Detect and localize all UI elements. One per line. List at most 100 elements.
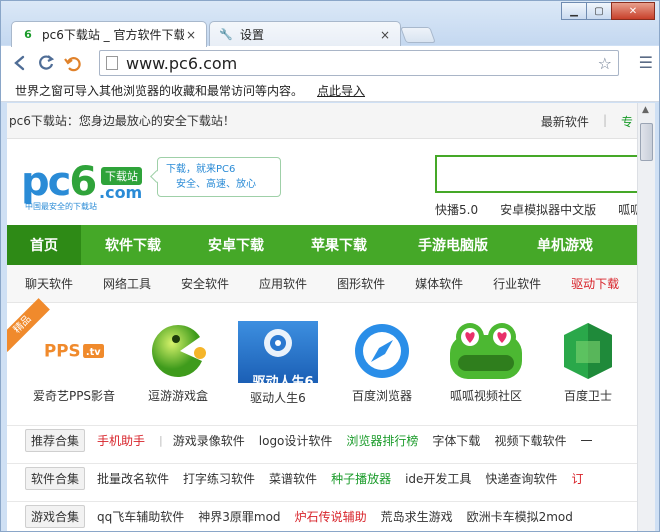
app-name: 驱动人生6 — [250, 391, 306, 405]
tag-row-games: 游戏合集 qq飞车辅助软件 神界3原罪mod 炉石传说辅助 荒岛求生游戏 欧洲卡… — [7, 501, 637, 531]
app-baidu-guard[interactable]: 百度卫士 — [543, 321, 633, 404]
subnav-security[interactable]: 安全软件 — [181, 275, 229, 292]
tag-link[interactable]: ide开发工具 — [405, 470, 471, 487]
app-name: 百度浏览器 — [351, 389, 412, 403]
wrench-icon: 🔧 — [219, 28, 233, 41]
tag-link[interactable]: 一 — [580, 432, 592, 449]
hot-word[interactable]: 快播5.0 — [435, 201, 478, 218]
sub-nav: 聊天软件 网络工具 安全软件 应用软件 图形软件 媒体软件 行业软件 驱动下载 — [7, 265, 637, 303]
tab-title: pc6下载站 _ 官方软件下载 — [42, 28, 184, 42]
subnav-chat[interactable]: 聊天软件 — [25, 275, 73, 292]
hot-word[interactable]: 安卓模拟器中文版 — [500, 201, 596, 218]
subnav-industry[interactable]: 行业软件 — [493, 275, 541, 292]
subnav-apps[interactable]: 应用软件 — [259, 275, 307, 292]
tag-link[interactable]: logo设计软件 — [259, 432, 333, 449]
hot-word[interactable]: 呱呱 — [618, 201, 637, 218]
logo-wordmark: pc6 — [21, 159, 97, 205]
maximize-button[interactable]: ▢ — [586, 2, 612, 20]
tag-category[interactable]: 软件合集 — [25, 467, 86, 490]
tag-link[interactable]: 打字练习软件 — [183, 470, 255, 487]
tag-link[interactable]: qq飞车辅助软件 — [97, 508, 184, 525]
tag-link[interactable]: 快递查询软件 — [485, 470, 557, 487]
tag-link[interactable]: 字体下载 — [432, 432, 480, 449]
slogan-line-2: 安全、高速、放心 — [176, 179, 256, 190]
site-top-strip: pc6下载站：您身边最放心的安全下载站！ 最新软件 | 专 — [7, 103, 637, 139]
logo-subtitle: 中国最安全的下载站 — [25, 202, 97, 211]
back-arrow-icon — [14, 55, 25, 71]
vertical-scrollbar[interactable]: ▲ — [637, 103, 655, 531]
subnav-media[interactable]: 媒体软件 — [415, 275, 463, 292]
tag-link[interactable]: 游戏录像软件 — [173, 432, 245, 449]
tag-link[interactable]: 炉石传说辅助 — [295, 508, 367, 525]
star-icon[interactable]: ☆ — [598, 54, 612, 73]
tab-pc6[interactable]: 6 pc6下载站 _ 官方软件下载 × — [11, 21, 207, 47]
subnav-network[interactable]: 网络工具 — [103, 275, 151, 292]
tag-category[interactable]: 推荐合集 — [25, 429, 86, 452]
app-name: 爱奇艺PPS影音 — [32, 389, 116, 403]
close-tab-icon[interactable]: × — [184, 28, 198, 42]
url-input[interactable] — [126, 53, 586, 73]
tag-link[interactable]: 批量改名软件 — [97, 470, 169, 487]
nav-software[interactable]: 软件下载 — [81, 225, 185, 265]
app-douyou[interactable]: 逗游游戏盒 — [133, 321, 223, 404]
scroll-thumb[interactable] — [640, 123, 653, 161]
nav-home[interactable]: 首页 — [7, 225, 81, 265]
tag-link[interactable]: 种子播放器 — [331, 470, 391, 487]
logo-dotcom: .com — [99, 183, 143, 202]
app-name: 呱呱视频社区 — [449, 389, 522, 403]
nav-android[interactable]: 安卓下载 — [185, 225, 287, 265]
page-icon — [106, 56, 118, 70]
top-link-cut[interactable]: 专 — [621, 113, 633, 130]
tag-link[interactable]: 欧洲卡车模拟2mod — [467, 508, 573, 525]
nav-apple[interactable]: 苹果下载 — [287, 225, 391, 265]
app-guagua[interactable]: 呱呱视频社区 — [441, 321, 531, 404]
scroll-up-arrow-icon[interactable]: ▲ — [642, 105, 649, 115]
tag-row-software: 软件合集 批量改名软件 打字练习软件 菜谱软件 种子播放器 ide开发工具 快递… — [7, 463, 637, 493]
tag-link[interactable]: 视频下载软件 — [494, 432, 566, 449]
app-driver-life[interactable]: 驱动人生6 — [233, 321, 323, 406]
pc6-favicon-icon: 6 — [24, 28, 32, 41]
new-tab-button[interactable] — [400, 27, 436, 43]
tag-link[interactable]: 神界3原罪mod — [198, 508, 280, 525]
tag-link[interactable]: 手机助手 — [97, 432, 145, 449]
main-nav: 首页 软件下载 安卓下载 苹果下载 手游电脑版 单机游戏 — [7, 225, 637, 265]
tab-title: 设置 — [240, 28, 265, 42]
baidu-guard-icon — [558, 321, 618, 381]
import-link[interactable]: 点此导入 — [317, 82, 365, 99]
site-logo[interactable]: pc6 下载站 .com 中国最安全的下载站 — [21, 159, 151, 211]
web-page: pc6下载站：您身边最放心的安全下载站！ 最新软件 | 专 pc6 下载站 .c… — [7, 103, 637, 531]
top-link-separator: | — [602, 113, 607, 127]
baidu-browser-icon — [352, 321, 412, 381]
close-window-button[interactable]: ✕ — [611, 2, 655, 20]
top-links: 最新软件 | 专 — [527, 113, 633, 130]
subnav-drivers[interactable]: 驱动下载 — [571, 275, 619, 292]
nav-mobile-games-pc[interactable]: 手游电脑版 — [391, 225, 515, 265]
tag-category[interactable]: 游戏合集 — [25, 505, 86, 528]
refresh-button[interactable] — [33, 50, 59, 76]
app-pps[interactable]: PPS .tv 爱奇艺PPS影音 — [29, 321, 119, 404]
tag-link[interactable]: 浏览器排行榜 — [346, 432, 418, 449]
tag-link[interactable]: 菜谱软件 — [269, 470, 317, 487]
nav-single-games[interactable]: 单机游戏 — [515, 225, 615, 265]
slogan-bubble: 下载，就来PC6 安全、高速、放心 — [157, 157, 281, 197]
site-search-input[interactable] — [435, 155, 637, 193]
back-button[interactable] — [7, 50, 33, 76]
address-bar[interactable]: ☆ — [99, 50, 619, 76]
top-link-latest[interactable]: 最新软件 — [541, 113, 589, 130]
undo-icon — [64, 57, 81, 72]
undo-close-button[interactable] — [59, 50, 85, 76]
window-controls: ▁ ▢ ✕ — [561, 2, 655, 20]
browser-toolbar: ☆ ☰ — [1, 46, 659, 80]
close-tab-icon[interactable]: × — [378, 28, 392, 42]
tag-link[interactable]: 订 — [571, 470, 583, 487]
driver-life-icon-label: 驱动人生6 — [252, 375, 314, 390]
svg-text:PPS: PPS — [44, 341, 81, 361]
minimize-button[interactable]: ▁ — [561, 2, 587, 20]
tab-settings[interactable]: 🔧 设置 × — [209, 21, 401, 47]
featured-apps: 精品 PPS .tv 爱奇艺PPS影音 逗游游戏盒 驱动人生6 百度浏览器 呱呱… — [7, 298, 637, 409]
app-baidu-browser[interactable]: 百度浏览器 — [337, 321, 427, 404]
app-name: 逗游游戏盒 — [147, 389, 208, 403]
subnav-graphics[interactable]: 图形软件 — [337, 275, 385, 292]
tag-link[interactable]: 荒岛求生游戏 — [381, 508, 453, 525]
menu-icon[interactable]: ☰ — [639, 53, 653, 72]
